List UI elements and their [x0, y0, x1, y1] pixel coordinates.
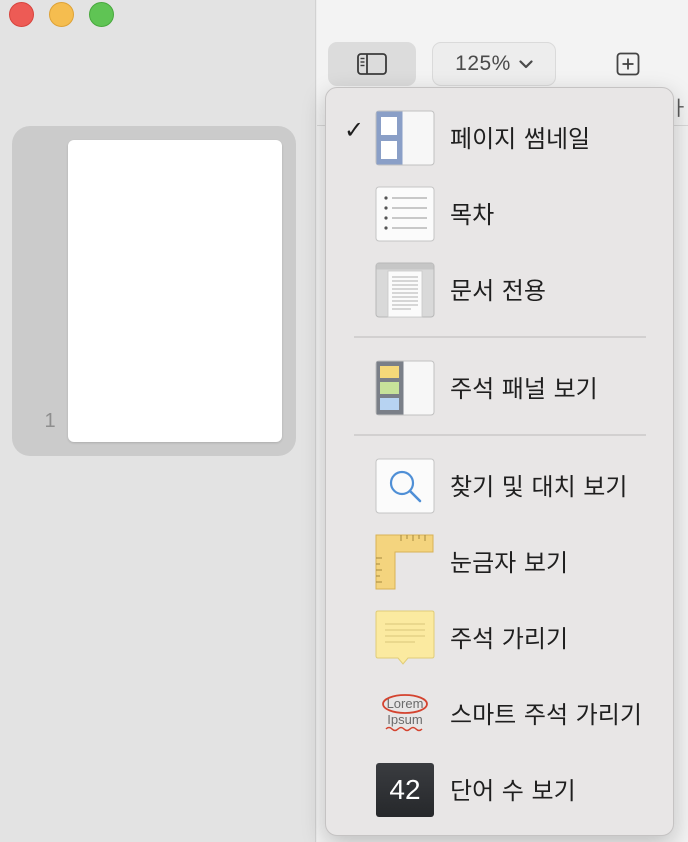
- sidebar: 1: [0, 0, 316, 842]
- page-number: 1: [44, 410, 56, 432]
- comments-panel-icon: [375, 360, 435, 420]
- menu-item-document-only[interactable]: 문서 전용: [326, 244, 673, 320]
- page-thumbnail[interactable]: [68, 140, 282, 442]
- minimize-window-button[interactable]: [49, 2, 74, 27]
- menu-item-table-of-contents[interactable]: 목차: [326, 168, 673, 244]
- document-only-icon: [375, 262, 435, 322]
- menu-item-label: 주석 패널 보기: [450, 375, 598, 403]
- zoom-button[interactable]: 125%: [432, 42, 556, 86]
- smart-annotation-icon: Lorem Ipsum: [375, 686, 435, 746]
- chevron-down-icon: [519, 59, 533, 69]
- menu-item-label: 주석 가리기: [450, 625, 569, 653]
- menu-item-label: 페이지 썸네일: [450, 125, 591, 153]
- zoom-label: 125%: [455, 52, 511, 75]
- menu-item-label: 목차: [450, 201, 495, 229]
- menu-item-find-replace[interactable]: 찾기 및 대치 보기: [326, 440, 673, 516]
- menu-item-word-count[interactable]: 42 단어 수 보기: [326, 744, 673, 820]
- svg-text:Lorem: Lorem: [387, 696, 424, 711]
- sidebar-icon: [357, 53, 387, 75]
- word-count-icon: 42: [375, 762, 435, 822]
- svg-text:Ipsum: Ipsum: [387, 712, 422, 727]
- comment-note-icon: [375, 610, 435, 670]
- table-of-contents-icon: [375, 186, 435, 246]
- menu-item-label: 찾기 및 대치 보기: [450, 473, 628, 501]
- checkmark-icon: ✓: [344, 116, 365, 144]
- add-button[interactable]: [604, 42, 652, 86]
- menu-item-label: 눈금자 보기: [450, 549, 569, 577]
- search-icon: [375, 458, 435, 518]
- menu-item-comments-panel[interactable]: 주석 패널 보기: [326, 342, 673, 418]
- ruler-icon: [375, 534, 435, 594]
- menu-item-label: 단어 수 보기: [450, 777, 576, 805]
- menu-item-page-thumbnails[interactable]: ✓ 페이지 썸네일: [326, 92, 673, 168]
- menu-item-hide-comments[interactable]: 주석 가리기: [326, 592, 673, 668]
- view-button[interactable]: [328, 42, 416, 86]
- svg-text:42: 42: [389, 774, 420, 805]
- view-menu: ✓ 페이지 썸네일 목차 문서 전용 주석 패널 보기 찾기 및 대치 보기 눈…: [325, 87, 674, 836]
- page-thumbnails-icon: [375, 110, 435, 170]
- menu-item-ruler[interactable]: 눈금자 보기: [326, 516, 673, 592]
- menu-item-smart-annotations[interactable]: Lorem Ipsum 스마트 주석 가리기: [326, 668, 673, 744]
- menu-item-label: 스마트 주석 가리기: [450, 701, 642, 729]
- menu-separator: [354, 336, 646, 338]
- zoom-window-button[interactable]: [89, 2, 114, 27]
- close-window-button[interactable]: [9, 2, 34, 27]
- menu-separator: [354, 434, 646, 436]
- menu-item-label: 문서 전용: [450, 277, 546, 305]
- plus-square-icon: [616, 52, 640, 76]
